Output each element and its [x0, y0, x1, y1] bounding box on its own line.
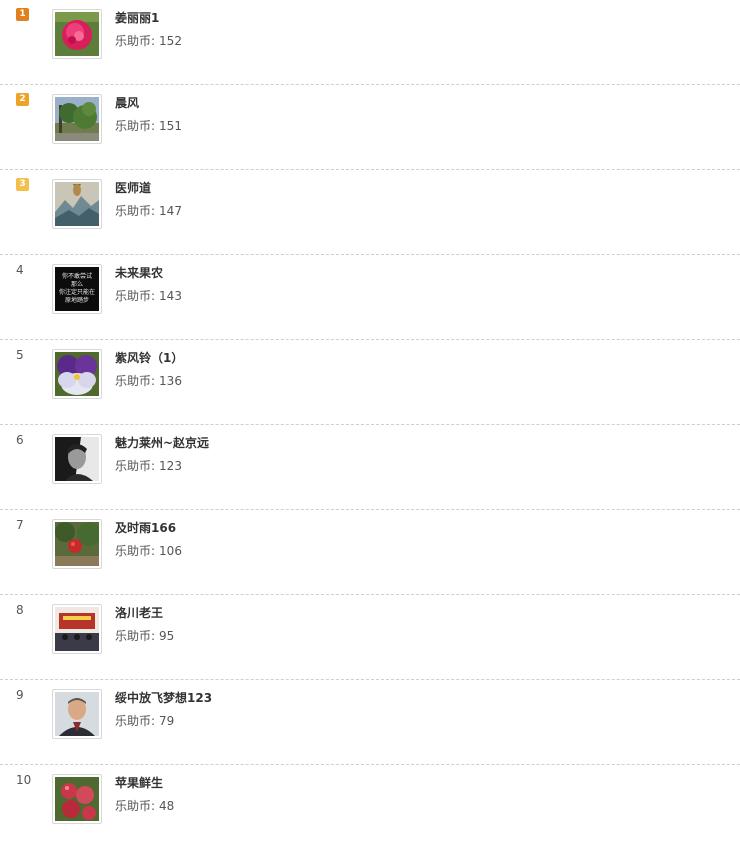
coin-count: 乐助币: 147 — [115, 203, 182, 219]
user-name[interactable]: 苹果鲜生 — [115, 775, 163, 791]
coin-label: 乐助币: — [115, 714, 156, 728]
avatar-caption-line: 原地踏步 — [64, 297, 89, 304]
avatar-image — [55, 12, 99, 56]
coin-value: 136 — [159, 374, 182, 388]
rank-number: 5 — [16, 348, 24, 362]
avatar-image — [55, 97, 99, 141]
user-name[interactable]: 晨风 — [115, 95, 139, 111]
coin-label: 乐助币: — [115, 204, 156, 218]
avatar-image — [55, 182, 99, 226]
man-portrait-avatar[interactable] — [52, 689, 102, 739]
rank-number: 8 — [16, 603, 24, 617]
coin-count: 乐助币: 152 — [115, 33, 182, 49]
rank-badge-bronze: 3 — [16, 178, 29, 191]
leaderboard-row: 7 及时雨166 乐助币: 106 — [0, 510, 740, 595]
coin-label: 乐助币: — [115, 34, 156, 48]
leaderboard-list: 1 姜丽丽1 乐助币: 152 2 晨风 乐助币: 151 3 医师道 乐助币:… — [0, 0, 740, 850]
coin-label: 乐助币: — [115, 289, 156, 303]
rank-number: 9 — [16, 688, 24, 702]
coin-value: 147 — [159, 204, 182, 218]
coin-value: 48 — [159, 799, 175, 813]
garden-tree-avatar[interactable] — [52, 94, 102, 144]
leaderboard-row: 5 紫风铃（1） 乐助币: 136 — [0, 340, 740, 425]
user-name[interactable]: 医师道 — [115, 180, 151, 196]
rank-badge-gold: 1 — [16, 8, 29, 21]
leaderboard-row: 4 你不敢尝试 那么 你注定只能在 原地踏步 未来果农 乐助币: 143 — [0, 255, 740, 340]
user-name[interactable]: 及时雨166 — [115, 520, 176, 536]
coin-value: 95 — [159, 629, 175, 643]
coin-count: 乐助币: 143 — [115, 288, 182, 304]
user-name[interactable]: 魅力莱州~赵京远 — [115, 435, 209, 451]
coin-value: 79 — [159, 714, 175, 728]
user-name[interactable]: 绥中放飞梦想123 — [115, 690, 212, 706]
rank-number: 4 — [16, 263, 24, 277]
avatar-image — [55, 437, 99, 481]
user-name[interactable]: 姜丽丽1 — [115, 10, 159, 26]
coin-count: 乐助币: 106 — [115, 543, 182, 559]
leaderboard-row: 1 姜丽丽1 乐助币: 152 — [0, 0, 740, 85]
coin-label: 乐助币: — [115, 799, 156, 813]
avatar-image — [55, 777, 99, 821]
coin-value: 151 — [159, 119, 182, 133]
avatar-image — [55, 607, 99, 651]
coin-label: 乐助币: — [115, 374, 156, 388]
avatar-image — [55, 352, 99, 396]
avatar-image — [55, 692, 99, 736]
leaderboard-row: 2 晨风 乐助币: 151 — [0, 85, 740, 170]
leaderboard-row: 10 苹果鲜生 乐助币: 48 — [0, 765, 740, 850]
avatar-image: 你不敢尝试 那么 你注定只能在 原地踏步 — [55, 267, 99, 311]
coin-count: 乐助币: 79 — [115, 713, 174, 729]
meeting-hall-avatar[interactable] — [52, 604, 102, 654]
avatar-image — [55, 522, 99, 566]
rank-number: 10 — [16, 773, 32, 787]
leaderboard-row: 6 魅力莱州~赵京远 乐助币: 123 — [0, 425, 740, 510]
coin-count: 乐助币: 136 — [115, 373, 182, 389]
coin-count: 乐助币: 151 — [115, 118, 182, 134]
coin-count: 乐助币: 123 — [115, 458, 182, 474]
peony-flower-avatar[interactable] — [52, 9, 102, 59]
coin-label: 乐助币: — [115, 459, 156, 473]
avatar-caption-line: 你不敢尝试 — [61, 273, 92, 280]
leaderboard-row: 3 医师道 乐助币: 147 — [0, 170, 740, 255]
leaderboard-row: 8 洛川老王 乐助币: 95 — [0, 595, 740, 680]
user-name[interactable]: 紫风铃（1） — [115, 350, 183, 366]
coin-count: 乐助币: 48 — [115, 798, 174, 814]
coin-label: 乐助币: — [115, 119, 156, 133]
pomegranate-tree-avatar[interactable] — [52, 519, 102, 569]
landscape-vase-avatar[interactable] — [52, 179, 102, 229]
black-text-avatar[interactable]: 你不敢尝试 那么 你注定只能在 原地踏步 — [52, 264, 102, 314]
avatar-caption-line: 你注定只能在 — [58, 289, 95, 296]
coin-label: 乐助币: — [115, 544, 156, 558]
coin-value: 106 — [159, 544, 182, 558]
apples-avatar[interactable] — [52, 774, 102, 824]
rank-number: 7 — [16, 518, 24, 532]
user-name[interactable]: 未来果农 — [115, 265, 163, 281]
bw-portrait-avatar[interactable] — [52, 434, 102, 484]
pansy-flower-avatar[interactable] — [52, 349, 102, 399]
user-name[interactable]: 洛川老王 — [115, 605, 163, 621]
rank-number: 6 — [16, 433, 24, 447]
rank-badge-silver: 2 — [16, 93, 29, 106]
coin-value: 123 — [159, 459, 182, 473]
coin-label: 乐助币: — [115, 629, 156, 643]
coin-count: 乐助币: 95 — [115, 628, 174, 644]
coin-value: 143 — [159, 289, 182, 303]
coin-value: 152 — [159, 34, 182, 48]
avatar-caption-line: 那么 — [70, 281, 83, 288]
leaderboard-row: 9 绥中放飞梦想123 乐助币: 79 — [0, 680, 740, 765]
